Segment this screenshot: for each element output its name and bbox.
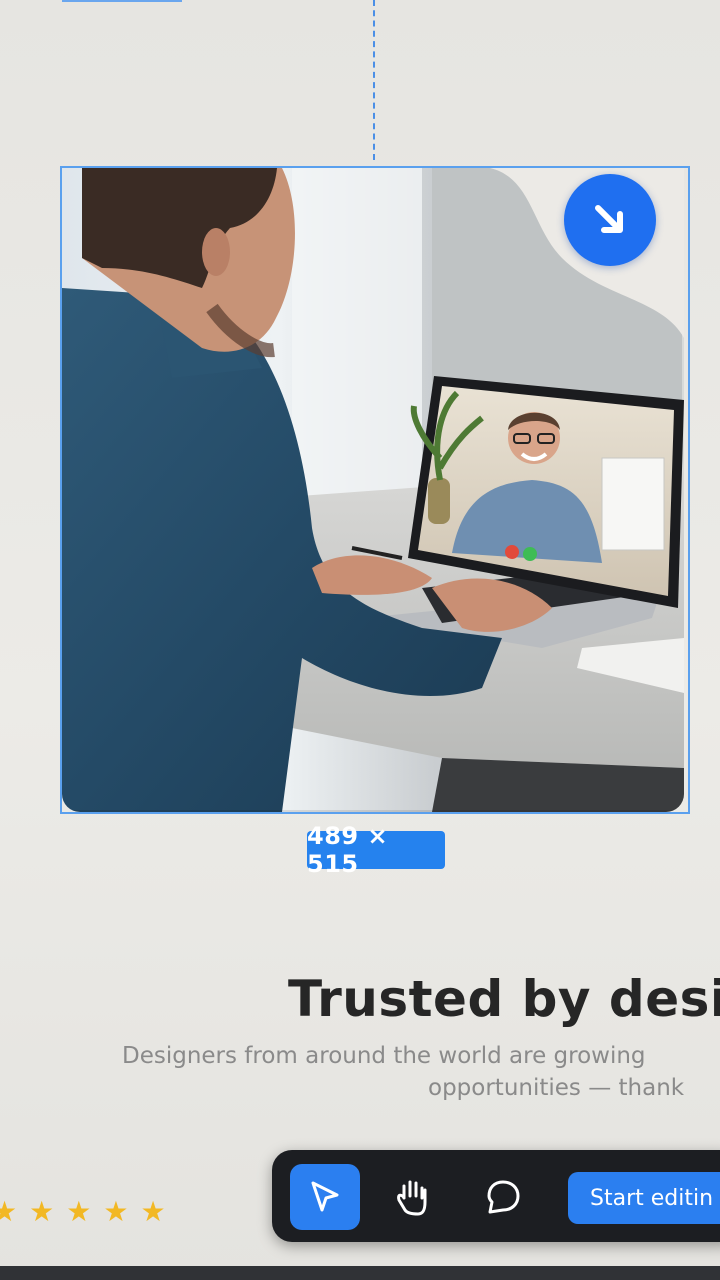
star-icon: ★ <box>66 1196 92 1227</box>
page: 489 × 515 Trusted by desig Designers fro… <box>0 0 720 1280</box>
cursor-icon <box>311 1181 339 1212</box>
star-icon: ★ <box>103 1196 129 1227</box>
arrow-down-right-icon <box>595 205 623 233</box>
star-icon: ★ <box>0 1196 18 1227</box>
section-title: Trusted by desig <box>288 970 720 1028</box>
cursor-tool-button[interactable] <box>290 1164 360 1230</box>
section-subtitle-line-1: Designers from around the world are grow… <box>122 1043 646 1069</box>
hand-icon <box>397 1180 427 1216</box>
star-icon: ★ <box>29 1196 55 1227</box>
comment-tool-button[interactable] <box>468 1164 538 1230</box>
monitor-bezel <box>0 1266 720 1280</box>
selection-edge-fragment <box>62 0 182 2</box>
section-subtitle-line-2: opportunities — thank <box>428 1075 685 1101</box>
alignment-guide <box>373 0 375 160</box>
star-rating: ★ ★ ★ ★ ★ <box>0 1198 166 1226</box>
dimension-badge: 489 × 515 <box>307 822 445 878</box>
editor-toolbar: Start editin <box>272 1150 720 1242</box>
comment-icon <box>487 1180 520 1214</box>
open-case-button[interactable] <box>564 174 656 266</box>
star-icon: ★ <box>140 1196 166 1227</box>
hand-tool-button[interactable] <box>378 1164 448 1230</box>
start-editing-button[interactable]: Start editin <box>568 1172 720 1224</box>
